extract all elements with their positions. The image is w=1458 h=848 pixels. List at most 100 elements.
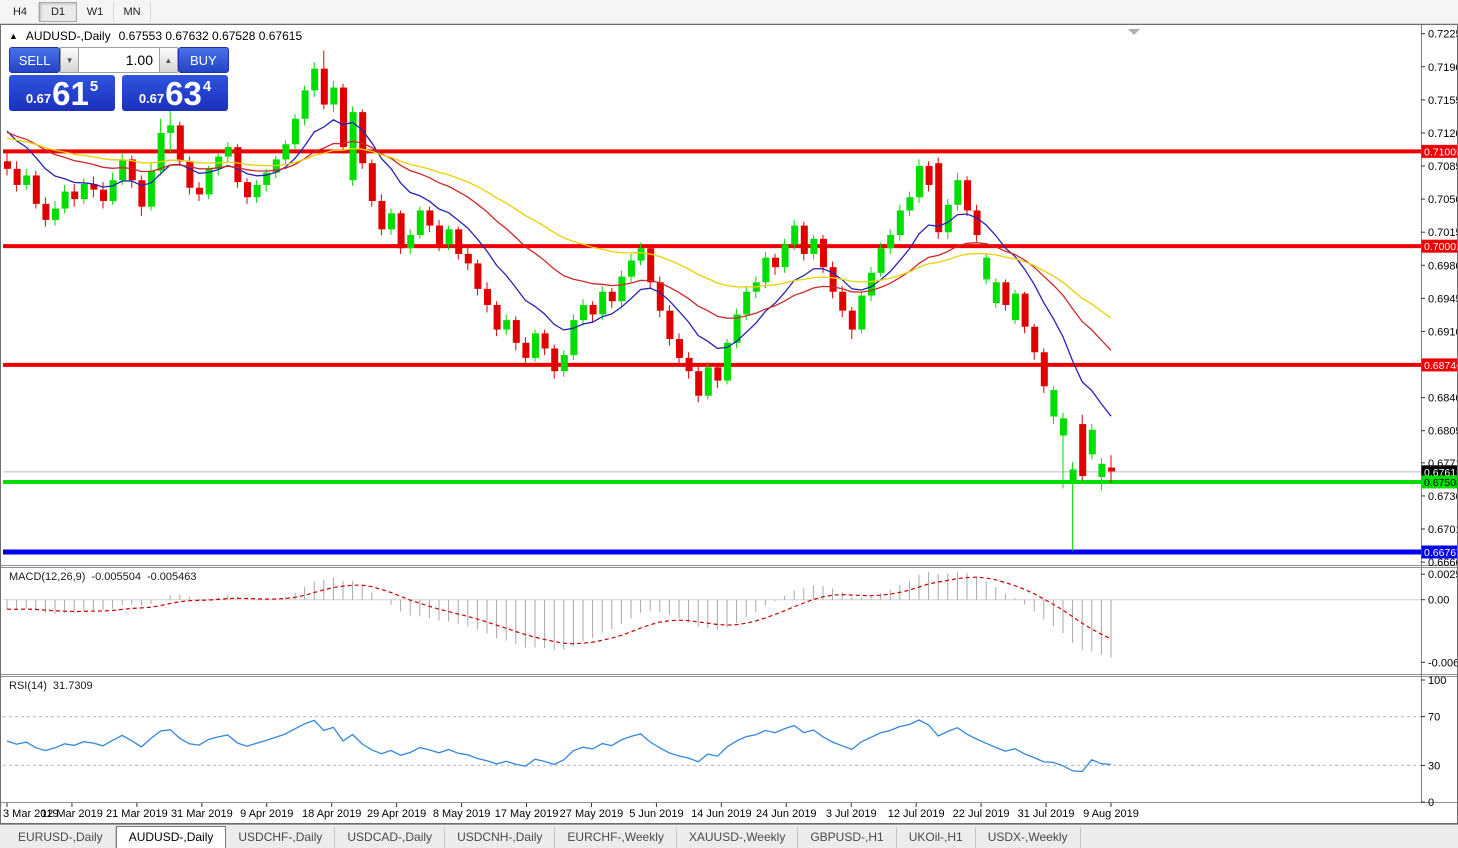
timeframe-button-h4[interactable]: H4: [2, 1, 39, 22]
candle-body: [954, 180, 962, 205]
chart-tab-usdchf[interactable]: USDCHF-,Daily: [226, 827, 336, 848]
date-tick-label: 27 May 2019: [560, 808, 624, 820]
candle-body: [109, 180, 117, 201]
candle-body: [484, 288, 491, 305]
candle-body: [522, 342, 530, 358]
moving-averages-layer: [6, 119, 1112, 417]
candle-body: [887, 235, 895, 249]
candle-body: [589, 304, 597, 315]
chart-tab-audusd[interactable]: AUDUSD-,Daily: [115, 826, 227, 848]
rsi-axis-label: 30: [1428, 760, 1440, 772]
chart-tab-xauusd[interactable]: XAUUSD-,Weekly: [677, 827, 799, 848]
timeframe-toolbar: H4 D1 W1 MN: [0, 0, 1458, 24]
candle-body: [925, 166, 933, 185]
sell-price-box[interactable]: 0.67 61 5: [9, 75, 115, 111]
rsi-layer: [3, 715, 1421, 773]
candle-body: [973, 210, 981, 236]
candle-body: [4, 161, 11, 169]
candle-body: [608, 291, 616, 302]
candle-body: [330, 87, 338, 105]
timeframe-button-mn[interactable]: MN: [114, 1, 151, 22]
date-tick-label: 31 Jul 2019: [1018, 808, 1075, 820]
candle-body: [916, 166, 923, 198]
chart-canvas[interactable]: 0.72250 0.71900 0.71550 0.71200 0.70850 0.705…: [1, 25, 1457, 823]
candle-body: [176, 125, 184, 162]
candle-body: [13, 168, 21, 185]
chart-header: ▲ AUDUSD-,Daily 0.67553 0.67632 0.67528 …: [9, 29, 302, 43]
panel-frames-layer: [1, 25, 1457, 803]
candle-body: [858, 295, 866, 330]
rsi-axis-label: 0: [1428, 797, 1434, 809]
date-tick-label: 29 Apr 2019: [367, 808, 426, 820]
collapse-panel-icon[interactable]: ▲: [9, 31, 18, 41]
chart-tab-eurusd[interactable]: EURUSD-,Daily: [6, 827, 116, 848]
buy-button[interactable]: BUY: [177, 47, 229, 73]
candle-body: [80, 183, 88, 200]
price-tick-label: 0.67010: [1428, 524, 1457, 536]
candle-body: [896, 210, 904, 236]
candle-body: [551, 348, 559, 372]
date-tick-label: 17 May 2019: [495, 808, 559, 820]
timeframe-button-d1[interactable]: D1: [39, 1, 77, 22]
chart-tab-gbpusd[interactable]: GBPUSD-,H1: [798, 827, 897, 848]
candle-body: [743, 291, 751, 315]
candle-body: [368, 163, 376, 201]
ohlc-values: 0.67553 0.67632 0.67528 0.67615: [118, 29, 303, 43]
candle-body: [964, 180, 971, 211]
candle-body: [23, 175, 31, 185]
price-tick-label: 0.70150: [1428, 227, 1457, 239]
macd-layer: [3, 571, 1421, 658]
candle-body: [474, 263, 482, 289]
chart-tab-eurchf[interactable]: EURCHF-,Weekly: [555, 827, 677, 848]
date-tick-label: 14 Jun 2019: [691, 808, 752, 820]
chart-shift-marker-icon[interactable]: [1128, 29, 1140, 35]
candle-body: [455, 229, 463, 254]
volume-input[interactable]: [79, 47, 159, 73]
buy-price-box[interactable]: 0.67 63 4: [122, 75, 228, 111]
candle-body: [340, 87, 347, 148]
chart-window: 0.72250 0.71900 0.71550 0.71200 0.70850 0.705…: [0, 24, 1458, 824]
chart-tab-usdx[interactable]: USDX-,Weekly: [976, 827, 1081, 848]
rsi-axis-label: 70: [1428, 712, 1440, 724]
candle-body: [167, 125, 175, 133]
candle-body: [1021, 293, 1029, 327]
macd-name: MACD(12,26,9): [9, 571, 86, 583]
candle-body: [61, 191, 69, 209]
candle-body: [791, 225, 799, 245]
volume-increase-icon[interactable]: ▲: [159, 47, 178, 73]
candle-body: [839, 291, 847, 311]
candle-body: [935, 163, 943, 233]
candle-body: [388, 213, 395, 230]
candle-body: [1088, 429, 1096, 455]
candles-layer: [4, 50, 1115, 551]
chart-tab-ukoil[interactable]: UKOil-,H1: [897, 827, 976, 848]
date-tick-label: 3 Jul 2019: [826, 808, 877, 820]
candle-body: [1040, 352, 1048, 387]
candle-body: [541, 333, 549, 349]
price-tick-label: 0.68050: [1428, 426, 1457, 438]
candle-body: [464, 253, 472, 264]
price-tick-label: 0.70500: [1428, 194, 1457, 206]
macd-signal-line: [6, 576, 1112, 645]
level-lines-layer: [3, 149, 1421, 555]
price-tick-label: 0.69450: [1428, 293, 1457, 305]
date-tick-label: 5 Jun 2019: [629, 808, 683, 820]
candle-body: [359, 112, 367, 164]
chart-tab-usdcnh[interactable]: USDCNH-,Daily: [445, 827, 556, 848]
price-tag-label: 0.70002: [1424, 241, 1457, 253]
date-axis-layer: 3 Mar 201912 Mar 2019 21 Mar 2019 31 Mar 2…: [3, 803, 1139, 820]
volume-decrease-icon[interactable]: ▼: [60, 47, 79, 73]
candle-body: [1031, 326, 1039, 353]
ma-line: [6, 119, 1112, 417]
one-click-trade-panel: SELL ▼ ▲ BUY 0.67 61 5 0.67 63 4: [9, 47, 229, 111]
price-tag-label: 0.71005: [1424, 146, 1457, 158]
date-tick-label: 21 Mar 2019: [106, 808, 168, 820]
candle-body: [1060, 418, 1067, 436]
candle-body: [800, 225, 808, 254]
timeframe-button-w1[interactable]: W1: [77, 1, 114, 22]
candle-body: [512, 320, 520, 343]
sell-price-big: 61: [52, 74, 89, 112]
chart-tab-usdcad[interactable]: USDCAD-,Daily: [335, 827, 446, 848]
price-tick-label: 0.71900: [1428, 62, 1457, 74]
sell-button[interactable]: SELL: [9, 47, 61, 73]
